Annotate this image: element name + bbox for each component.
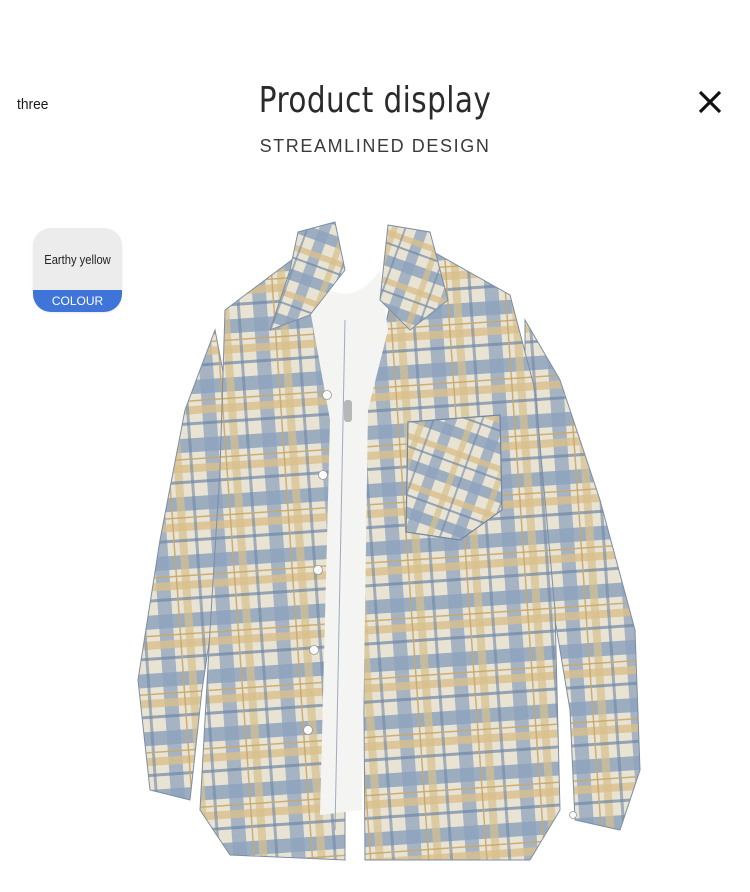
- close-icon: [698, 90, 722, 114]
- color-swatch[interactable]: Earthy yellow COLOUR: [33, 228, 122, 312]
- plaid-shirt-image: [137, 221, 641, 861]
- product-image: [130, 210, 650, 880]
- step-label: three: [17, 96, 49, 113]
- page-subtitle: STREAMLINED DESIGN: [259, 136, 491, 156]
- swatch-color-name: Earthy yellow: [44, 252, 111, 267]
- page-title: Product display: [258, 80, 492, 121]
- close-button[interactable]: [696, 88, 724, 116]
- swatch-colour-label: COLOUR: [33, 290, 122, 312]
